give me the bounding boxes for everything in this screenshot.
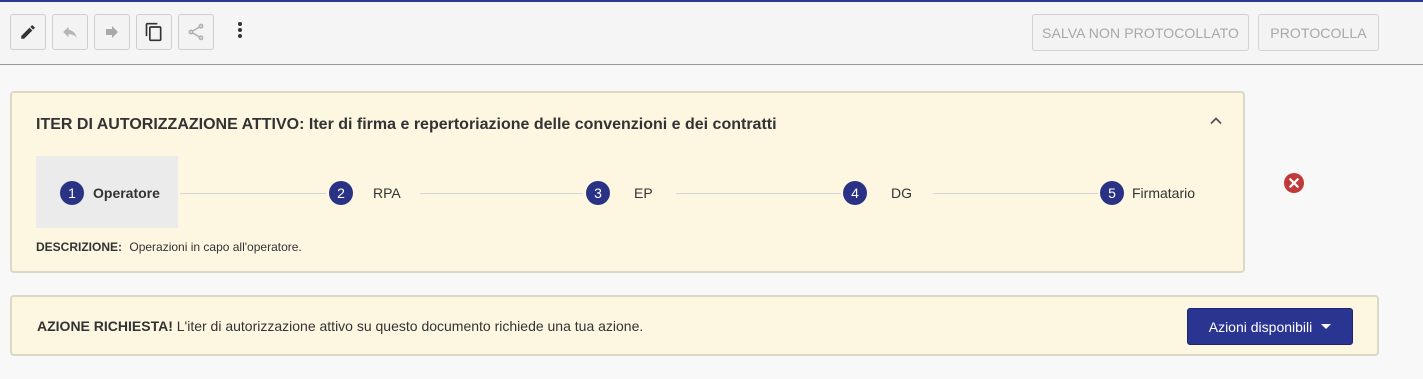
panel-title-prefix: ITER DI AUTORIZZAZIONE ATTIVO: <box>36 116 305 133</box>
step-dg[interactable]: 4 DG <box>843 181 912 205</box>
step-description: DESCRIZIONE: Operazioni in capo all'oper… <box>36 240 302 254</box>
copy-button[interactable] <box>136 14 172 50</box>
azioni-disponibili-button[interactable]: Azioni disponibili <box>1187 308 1353 345</box>
step-ep[interactable]: 3 EP <box>586 181 653 205</box>
step-label: Operatore <box>93 185 160 201</box>
panel-title: ITER DI AUTORIZZAZIONE ATTIVO: Iter di f… <box>36 116 777 134</box>
caret-down-icon <box>1321 324 1332 329</box>
step-number: 5 <box>1100 181 1124 205</box>
edit-icon <box>19 23 37 41</box>
step-number: 2 <box>329 181 353 205</box>
azione-richiesta-panel: AZIONE RICHIESTA! L'iter di autorizzazio… <box>10 295 1379 356</box>
collapse-button[interactable] <box>1208 113 1224 129</box>
reply-icon <box>61 23 79 41</box>
reply-button[interactable] <box>52 14 88 50</box>
cancel-iter-button[interactable] <box>1284 173 1304 193</box>
azione-richiesta-text: L'iter di autorizzazione attivo su quest… <box>176 318 644 334</box>
more-options-button[interactable] <box>222 14 258 50</box>
description-label: DESCRIZIONE: <box>36 240 123 254</box>
step-connector <box>420 193 583 194</box>
azione-richiesta-strong: AZIONE RICHIESTA! <box>37 318 173 334</box>
forward-button[interactable] <box>94 14 130 50</box>
salva-non-protocollato-button[interactable]: SALVA NON PROTOCOLLATO <box>1032 14 1249 51</box>
close-circle-icon <box>1284 173 1304 197</box>
azione-richiesta-message: AZIONE RICHIESTA! L'iter di autorizzazio… <box>37 318 643 334</box>
azioni-disponibili-label: Azioni disponibili <box>1208 318 1313 335</box>
step-number: 1 <box>60 181 84 205</box>
copy-icon <box>144 22 164 42</box>
step-label: RPA <box>373 185 401 201</box>
step-number: 3 <box>586 181 610 205</box>
iter-autorizzazione-panel: ITER DI AUTORIZZAZIONE ATTIVO: Iter di f… <box>10 91 1245 273</box>
step-connector <box>933 193 1098 194</box>
toolbar: SALVA NON PROTOCOLLATO PROTOCOLLA <box>0 2 1423 65</box>
protocolla-button[interactable]: PROTOCOLLA <box>1258 14 1379 51</box>
step-number: 4 <box>843 181 867 205</box>
step-label: DG <box>891 185 912 201</box>
step-rpa[interactable]: 2 RPA <box>329 181 401 205</box>
step-label: EP <box>634 185 653 201</box>
share-button[interactable] <box>178 14 214 50</box>
step-label: Firmatario <box>1132 185 1196 201</box>
step-connector <box>676 193 841 194</box>
forward-icon <box>103 23 121 41</box>
panel-title-name: Iter di firma e repertoriazione delle co… <box>308 116 777 133</box>
step-firmatario[interactable]: 5 Firmatario <box>1100 181 1195 205</box>
share-icon <box>186 22 206 42</box>
more-vert-icon <box>237 21 243 44</box>
description-text: Operazioni in capo all'operatore. <box>129 240 302 254</box>
step-connector <box>180 193 326 194</box>
edit-button[interactable] <box>10 14 46 50</box>
step-operatore[interactable]: 1 Operatore <box>60 181 160 205</box>
chevron-up-icon <box>1208 116 1224 133</box>
